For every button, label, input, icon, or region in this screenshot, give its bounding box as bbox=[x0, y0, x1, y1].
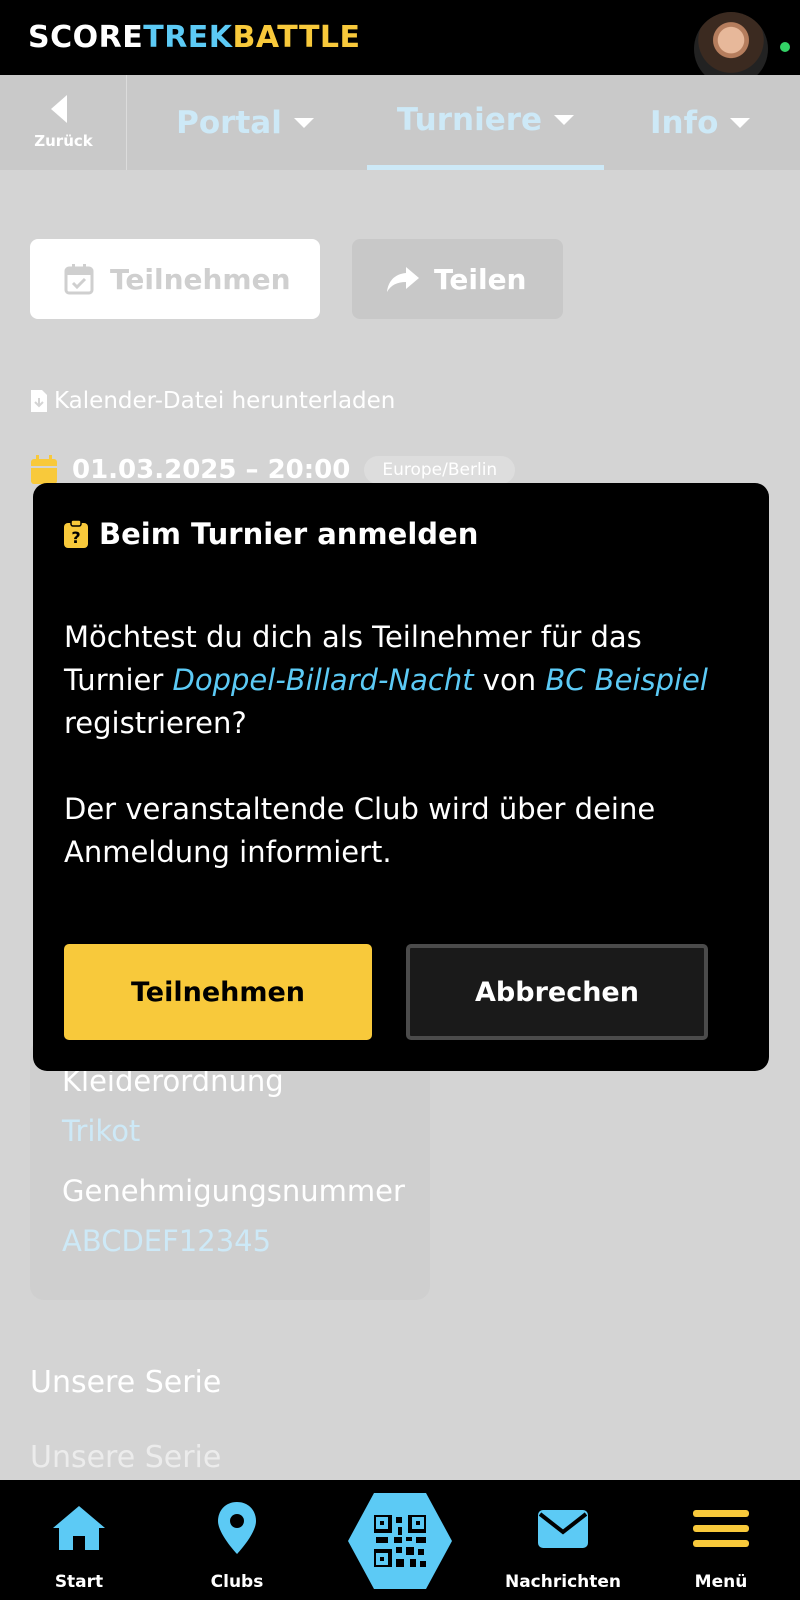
home-icon bbox=[53, 1506, 105, 1550]
share-button-label: Teilen bbox=[434, 262, 527, 296]
qr-code-icon bbox=[374, 1515, 426, 1567]
back-arrow-icon bbox=[51, 95, 67, 123]
bottom-nav-start[interactable]: Start bbox=[9, 1480, 149, 1600]
dress-code-value: Trikot bbox=[62, 1114, 141, 1148]
hamburger-menu-icon bbox=[693, 1510, 749, 1547]
dialog-title-text: Beim Turnier anmelden bbox=[99, 517, 479, 551]
club-link[interactable]: BC Beispiel bbox=[545, 663, 708, 697]
tab-turniere[interactable]: Turniere bbox=[367, 75, 604, 170]
tab-turniere-label: Turniere bbox=[396, 102, 543, 138]
bottom-nav-menu[interactable]: Menü bbox=[651, 1480, 791, 1600]
dialog-question: Möchtest du dich als Teilnehmer für das … bbox=[64, 616, 744, 745]
tab-info-label: Info bbox=[650, 104, 719, 141]
event-date-row: 01.03.2025 – 20:00 Europe/Berlin bbox=[30, 455, 516, 485]
dialog-text-after: registrieren? bbox=[64, 706, 247, 740]
back-button[interactable]: Zurück bbox=[0, 75, 127, 170]
chevron-down-icon bbox=[554, 115, 575, 125]
confirm-join-button[interactable]: Teilnehmen bbox=[64, 944, 372, 1040]
join-button-label: Teilnehmen bbox=[110, 262, 291, 296]
share-icon bbox=[387, 267, 419, 292]
event-datetime: 01.03.2025 – 20:00 bbox=[72, 455, 351, 485]
bottom-nav-start-label: Start bbox=[54, 1572, 104, 1592]
tournament-link[interactable]: Doppel-Billard-Nacht bbox=[173, 663, 474, 697]
series-item[interactable]: Unsere Serie bbox=[30, 1440, 221, 1475]
top-bar: SCORETREKBATTLE bbox=[0, 0, 800, 75]
dialog-title: ? Beim Turnier anmelden bbox=[63, 517, 478, 551]
event-details-card: Kleiderordnung Trikot Genehmigungsnummer… bbox=[30, 1040, 430, 1300]
file-download-icon bbox=[31, 390, 47, 412]
tab-portal-label: Portal bbox=[176, 104, 282, 141]
cancel-button[interactable]: Abbrechen bbox=[406, 944, 708, 1040]
series-heading: Unsere Serie bbox=[30, 1365, 222, 1400]
bottom-nav-clubs[interactable]: Clubs bbox=[167, 1480, 307, 1600]
permit-value: ABCDEF12345 bbox=[62, 1224, 272, 1258]
calendar-icon bbox=[31, 455, 57, 484]
logo-trek: TREK bbox=[143, 20, 233, 55]
calendar-check-icon bbox=[64, 264, 94, 295]
app-logo[interactable]: SCORETREKBATTLE bbox=[28, 20, 361, 55]
svg-text:?: ? bbox=[71, 528, 80, 547]
permit-label: Genehmigungsnummer bbox=[62, 1174, 405, 1208]
back-label: Zurück bbox=[34, 132, 93, 150]
map-pin-icon bbox=[218, 1502, 256, 1554]
chevron-down-icon bbox=[293, 117, 314, 128]
calendar-download-label: Kalender-Datei herunterladen bbox=[54, 388, 396, 414]
join-tournament-dialog: ? Beim Turnier anmelden Möchtest du dich… bbox=[33, 483, 769, 1071]
timezone-badge: Europe/Berlin bbox=[364, 456, 516, 484]
dialog-info-text: Der veranstaltende Club wird über deine … bbox=[64, 792, 656, 869]
online-status-indicator bbox=[778, 40, 792, 54]
tab-info[interactable]: Info bbox=[630, 75, 800, 170]
chevron-down-icon bbox=[730, 117, 751, 128]
logo-score: SCORE bbox=[28, 20, 144, 55]
calendar-download-link[interactable]: Kalender-Datei herunterladen bbox=[30, 388, 395, 414]
main-nav: Zurück Portal Turniere Info bbox=[0, 75, 800, 170]
bottom-nav-messages[interactable]: Nachrichten bbox=[493, 1480, 633, 1600]
tab-portal[interactable]: Portal bbox=[150, 75, 340, 170]
share-button[interactable]: Teilen bbox=[352, 239, 563, 319]
envelope-icon bbox=[538, 1510, 588, 1548]
bottom-nav-menu-label: Menü bbox=[694, 1572, 748, 1592]
bottom-nav-messages-label: Nachrichten bbox=[504, 1572, 622, 1592]
dialog-text-mid: von bbox=[473, 663, 546, 697]
logo-battle: BATTLE bbox=[232, 20, 361, 55]
bottom-nav-clubs-label: Clubs bbox=[210, 1572, 264, 1592]
join-button[interactable]: Teilnehmen bbox=[30, 239, 320, 319]
dialog-body: Möchtest du dich als Teilnehmer für das … bbox=[64, 616, 744, 874]
clipboard-question-icon: ? bbox=[64, 519, 88, 548]
